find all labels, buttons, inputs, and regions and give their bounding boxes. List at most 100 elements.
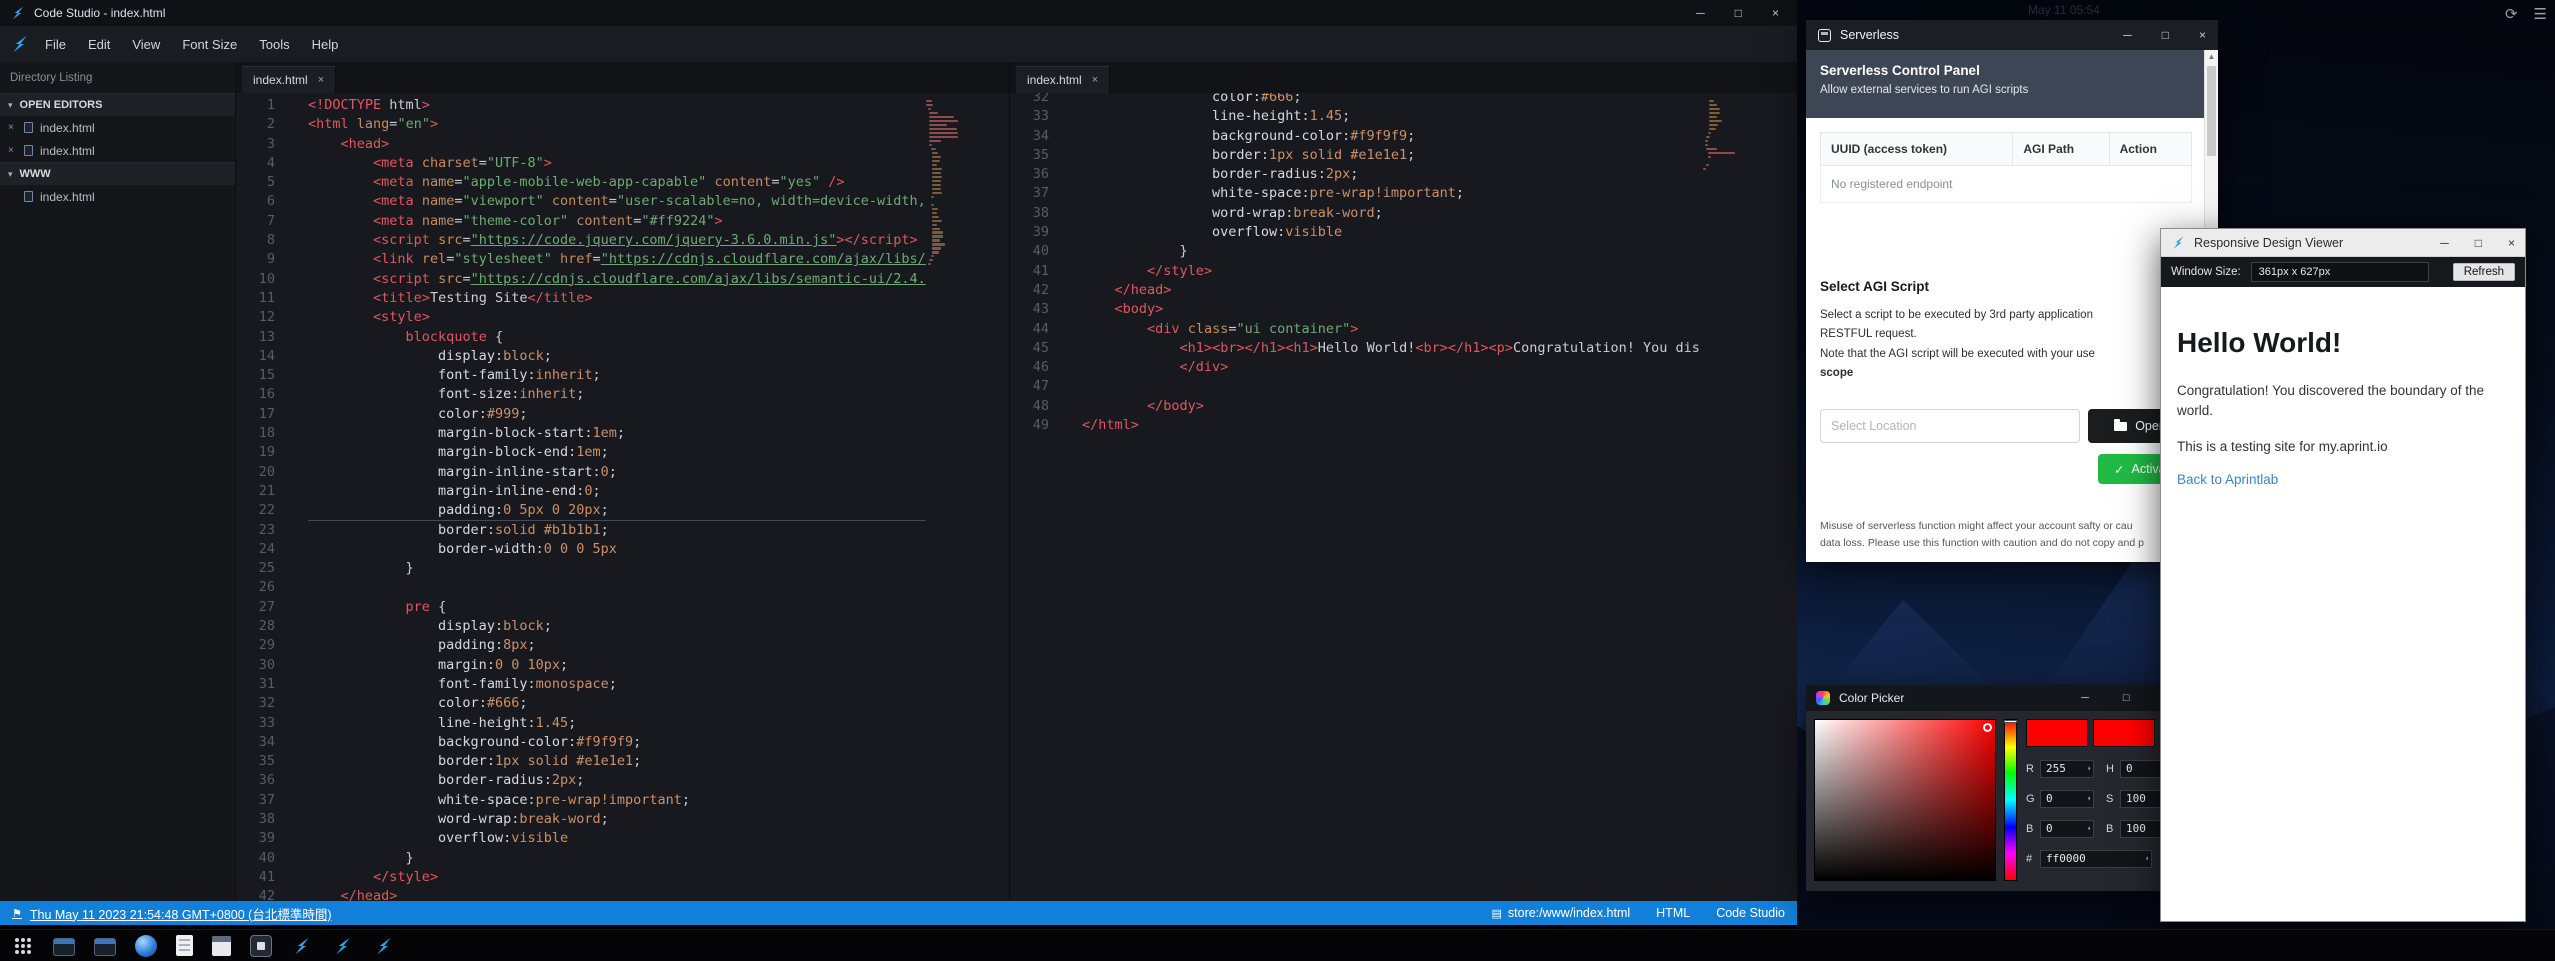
serverless-icon (1818, 29, 1831, 42)
status-file-path[interactable]: ▤ store:/www/index.html (1491, 906, 1630, 920)
code-studio-logo-icon (10, 5, 26, 21)
maximize-icon[interactable]: □ (2162, 28, 2169, 42)
app-launcher-icon[interactable] (12, 935, 34, 957)
hex-input[interactable]: ff0000 (2040, 850, 2152, 868)
hue-slider[interactable] (2004, 719, 2017, 881)
hue-slider-handle[interactable] (2004, 720, 2017, 723)
maximize-icon[interactable]: □ (1735, 6, 1742, 20)
flag-icon: ⚑ (12, 907, 22, 920)
sidebar-file-item[interactable]: index.html (0, 185, 235, 208)
code-area[interactable]: color:#666; line-height:1.45; background… (1064, 93, 1703, 901)
scroll-up-icon[interactable]: ▲ (2205, 50, 2218, 64)
serverless-panel-subtitle: Allow external services to run AGI scrip… (1820, 84, 2204, 96)
menu-tools[interactable]: Tools (248, 31, 300, 58)
menu-icon[interactable]: ☰ (2534, 5, 2547, 23)
scrollbar-thumb[interactable] (2207, 66, 2216, 156)
file-manager-icon[interactable] (212, 936, 231, 956)
plugin-app-icon[interactable] (250, 935, 272, 957)
chevron-down-icon: ▾ (8, 100, 13, 111)
rendered-page: Hello World! Congratulation! You discove… (2161, 287, 2525, 921)
color-picker-panel: Color Picker ─ □ × R 255 (1806, 685, 2180, 891)
maximize-icon[interactable]: □ (2123, 692, 2130, 704)
code-editor[interactable]: 323334353637383940414243444546474849 col… (1010, 93, 1797, 901)
page-paragraph: This is a testing site for my.aprint.io (2177, 437, 2509, 457)
editor-pane: index.html × 323334353637383940414243444… (1010, 62, 1797, 901)
line-numbers: 323334353637383940414243444546474849 (1010, 93, 1064, 901)
code-editor[interactable]: 1234567891011121314151617181920212223242… (236, 93, 1009, 901)
file-icon (24, 145, 33, 156)
minimize-icon[interactable]: ─ (2081, 692, 2089, 704)
red-input[interactable]: 255 (2040, 760, 2094, 778)
sidebar-header: Directory Listing (0, 62, 235, 93)
minimize-icon[interactable]: ─ (2123, 28, 2132, 42)
minimap[interactable] (926, 93, 964, 901)
table-column-header: AGI Path (2013, 133, 2109, 165)
close-icon[interactable]: × (2199, 28, 2206, 42)
page-link[interactable]: Back to Aprintlab (2177, 472, 2509, 487)
browser-icon[interactable] (135, 935, 157, 957)
window-app-1-icon[interactable] (53, 938, 75, 956)
minimize-icon[interactable]: ─ (2440, 236, 2449, 250)
agi-script-description: Select a script to be executed by 3rd pa… (1820, 306, 2192, 383)
close-file-icon[interactable]: × (8, 145, 21, 156)
status-timestamp[interactable]: ⚑ Thu May 11 2023 21:54:48 GMT+0800 (台北標… (12, 904, 332, 923)
code-studio-2-icon[interactable] (332, 935, 354, 957)
saturation-cursor[interactable] (1983, 723, 1992, 732)
menu-file[interactable]: File (34, 31, 77, 58)
code-studio-3-icon[interactable] (373, 935, 395, 957)
close-file-icon[interactable]: × (8, 122, 21, 133)
editor-pane: index.html × 123456789101112131415161718… (236, 62, 1010, 901)
close-icon[interactable]: × (1772, 6, 1779, 20)
saturation-field[interactable] (1814, 719, 1996, 881)
editor-tab[interactable]: index.html × (242, 66, 336, 93)
page-paragraph: Congratulation! You discovered the bound… (2177, 381, 2509, 422)
menu-help[interactable]: Help (301, 31, 350, 58)
window-size-label: Window Size: (2171, 266, 2241, 278)
code-studio-1-icon[interactable] (291, 935, 313, 957)
code-area[interactable]: <!DOCTYPE html><html lang="en"> <head> <… (290, 93, 926, 901)
editor-tab[interactable]: index.html × (1016, 66, 1110, 93)
sidebar-file-item[interactable]: ×index.html (0, 139, 235, 162)
minimize-icon[interactable]: ─ (1696, 6, 1705, 20)
color-picker-titlebar[interactable]: Color Picker ─ □ × (1806, 685, 2180, 711)
refresh-button[interactable]: Refresh (2453, 263, 2515, 281)
refresh-icon[interactable]: ⟳ (2505, 5, 2518, 23)
responsive-design-viewer-panel: Responsive Design Viewer ─ □ × Window Si… (2160, 228, 2526, 922)
tab-close-icon[interactable]: × (318, 74, 324, 86)
page-heading: Hello World! (2177, 327, 2509, 359)
endpoint-table-empty-message: No registered endpoint (1820, 166, 2192, 203)
viewer-titlebar[interactable]: Responsive Design Viewer ─ □ × (2161, 229, 2525, 257)
minimap[interactable] (1703, 93, 1741, 901)
line-numbers: 1234567891011121314151617181920212223242… (236, 93, 290, 901)
tab-close-icon[interactable]: × (1092, 74, 1098, 86)
close-icon[interactable]: × (2508, 236, 2515, 250)
window-titlebar[interactable]: Code Studio - index.html ─ □ × (0, 0, 1797, 26)
menu-font-size[interactable]: Font Size (171, 31, 248, 58)
blue-input[interactable]: 0 (2040, 820, 2094, 838)
menu-view[interactable]: View (121, 31, 171, 58)
status-language[interactable]: HTML (1656, 906, 1690, 920)
maximize-icon[interactable]: □ (2475, 236, 2482, 250)
select-agi-script-heading: Select AGI Script (1820, 279, 2192, 294)
code-studio-logo-icon (10, 34, 30, 54)
sidebar-tree: ▾OPEN EDITORS×index.html×index.html▾WWWi… (0, 93, 235, 208)
status-app-name[interactable]: Code Studio (1716, 906, 1785, 920)
serverless-panel-title: Serverless Control Panel (1820, 63, 2204, 78)
select-location-input[interactable] (1820, 409, 2080, 443)
serverless-panel: Serverless ─ □ × Serverless Control Pane… (1806, 20, 2218, 562)
tab-label: index.html (253, 73, 308, 87)
storage-icon: ▤ (1491, 907, 1501, 920)
serverless-warning: Misuse of serverless function might affe… (1820, 518, 2192, 552)
sidebar-section-open-editors[interactable]: ▾OPEN EDITORS (0, 93, 235, 116)
serverless-titlebar[interactable]: Serverless ─ □ × (1806, 20, 2218, 50)
green-input[interactable]: 0 (2040, 790, 2094, 808)
current-color-swatch (2026, 719, 2088, 747)
window-size-value[interactable]: 361px x 627px (2251, 262, 2429, 282)
sidebar-section-www[interactable]: ▾WWW (0, 162, 235, 185)
window-app-2-icon[interactable] (94, 938, 116, 956)
sidebar: Directory Listing ▾OPEN EDITORS×index.ht… (0, 62, 236, 901)
sidebar-file-item[interactable]: ×index.html (0, 116, 235, 139)
text-editor-icon[interactable] (176, 935, 193, 956)
menu-edit[interactable]: Edit (77, 31, 121, 58)
desktop: May 11 05:54 ⟳ ☰ Code Studio - index.htm… (0, 0, 2555, 961)
